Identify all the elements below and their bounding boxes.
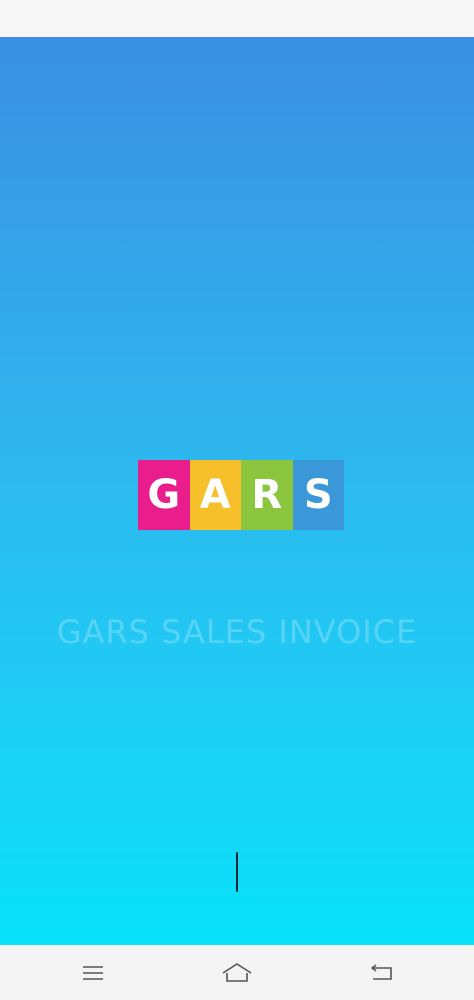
recent-apps-button[interactable] xyxy=(71,955,115,991)
home-button[interactable] xyxy=(215,955,259,991)
loading-indicator xyxy=(236,852,238,892)
app-name-title: GARS SALES INVOICE xyxy=(56,613,418,651)
back-icon xyxy=(371,964,392,980)
logo-letter-a: A xyxy=(189,460,241,530)
system-nav-bar xyxy=(0,945,474,1000)
logo-letter-r: R xyxy=(241,460,293,530)
menu-lines-icon xyxy=(83,966,103,980)
back-button[interactable] xyxy=(359,955,403,991)
gars-logo: G A R S xyxy=(138,460,344,530)
logo-letter-g: G xyxy=(138,460,190,530)
home-icon xyxy=(222,963,252,982)
status-bar xyxy=(0,0,474,37)
splash-screen: G A R S GARS SALES INVOICE xyxy=(0,37,474,945)
app-screen: G A R S GARS SALES INVOICE xyxy=(0,0,474,1000)
logo-letter-s: S xyxy=(292,460,344,530)
